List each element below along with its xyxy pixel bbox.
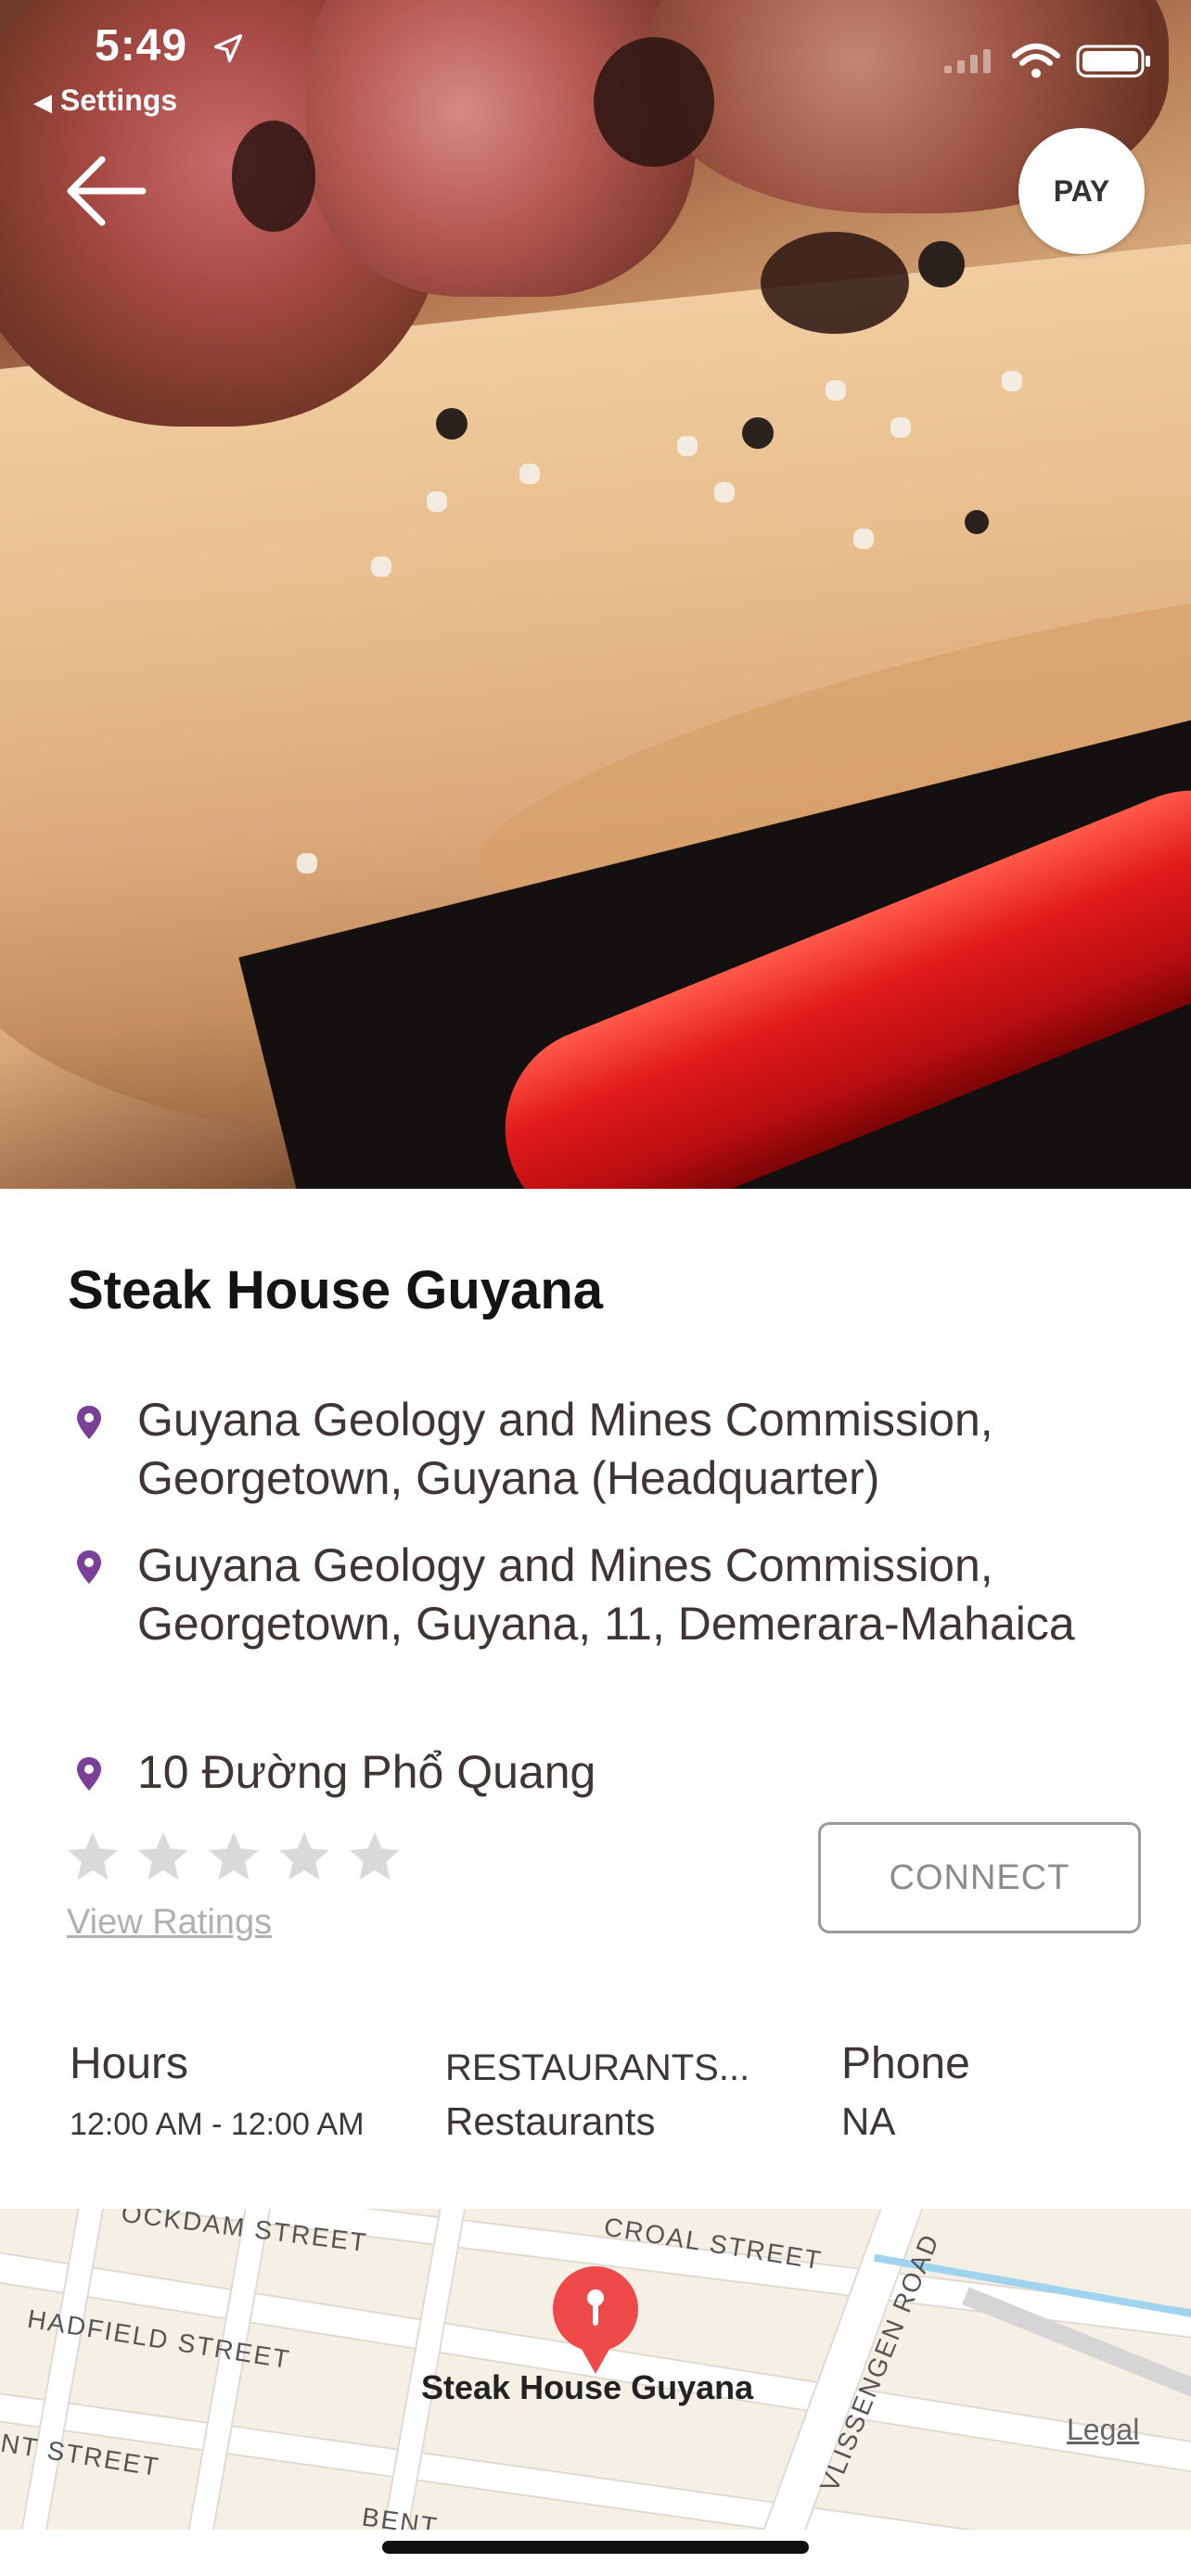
place-title: Steak House Guyana — [68, 1260, 603, 1320]
wifi-icon — [1012, 44, 1060, 78]
location-pin-icon — [77, 1406, 101, 1439]
location-arrow-icon — [213, 33, 243, 63]
battery-icon — [1076, 45, 1150, 78]
connect-button[interactable]: CONNECT — [818, 1822, 1141, 1933]
back-to-app[interactable]: ◀ Settings — [33, 83, 177, 118]
star-icon[interactable] — [206, 1829, 262, 1884]
map-pin-icon[interactable] — [551, 2264, 640, 2376]
location-pin-icon — [77, 1757, 101, 1791]
signal-icon — [944, 49, 991, 73]
pay-button[interactable]: PAY — [1018, 128, 1145, 254]
view-ratings-link[interactable]: View Ratings — [67, 1903, 272, 1943]
category-label: RESTAURANTS... — [445, 2047, 750, 2088]
hours-value: 12:00 AM - 12:00 AM — [70, 2107, 365, 2142]
address-line: Guyana Geology and Mines Commission, Geo… — [137, 1394, 993, 1504]
hero-image — [0, 0, 1191, 1189]
star-icon[interactable] — [276, 1829, 332, 1884]
home-indicator[interactable] — [382, 2541, 809, 2554]
star-icon[interactable] — [135, 1829, 191, 1884]
phone-value[interactable]: NA — [841, 2099, 895, 2144]
category-value: Restaurants — [445, 2099, 656, 2143]
status-indicators — [942, 43, 1152, 80]
location-pin-icon — [77, 1550, 101, 1584]
map-legal-link[interactable]: Legal — [1067, 2413, 1139, 2447]
star-icon[interactable] — [65, 1829, 121, 1884]
star-rating[interactable] — [65, 1829, 403, 1884]
back-triangle-icon: ◀ — [33, 88, 52, 116]
back-arrow-icon[interactable] — [65, 154, 150, 228]
back-app-label: Settings — [59, 83, 178, 117]
status-time: 5:49 — [95, 21, 188, 70]
location-map[interactable]: OCKDAM STREET CROAL STREET HADFIELD STRE… — [0, 2209, 1191, 2530]
star-icon[interactable] — [347, 1829, 403, 1884]
address-line: 10 Đường Phổ Quang — [137, 1746, 596, 1798]
map-place-label: Steak House Guyana — [421, 2368, 754, 2406]
phone-label: Phone — [841, 2039, 970, 2088]
hours-label: Hours — [70, 2039, 189, 2088]
address-line: Guyana Geology and Mines Commission, Geo… — [137, 1539, 1075, 1650]
